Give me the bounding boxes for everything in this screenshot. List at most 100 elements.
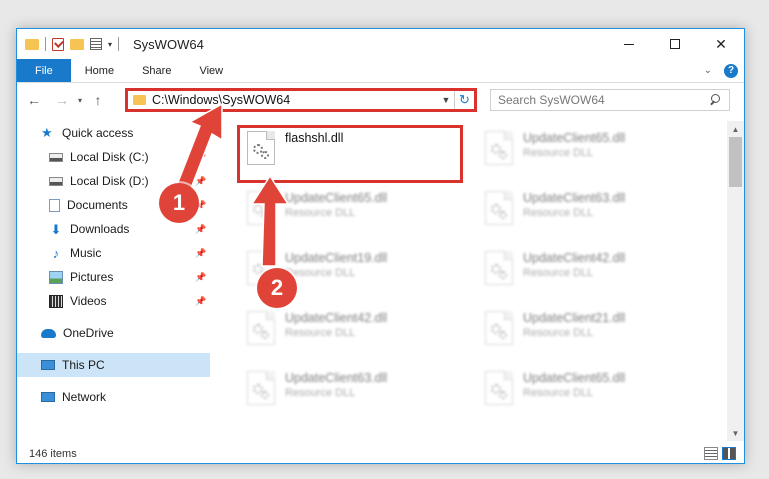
dll-file-icon bbox=[485, 191, 513, 225]
address-dropdown-chevron-icon[interactable]: ▼ bbox=[438, 95, 454, 105]
explorer-window: ▾ SysWOW64 ✕ File Home Share View ⌄ ? ← … bbox=[16, 28, 745, 464]
sidebar-item-quick-access[interactable]: ★ Quick access bbox=[17, 121, 210, 145]
search-input[interactable]: Search SysWOW64 bbox=[498, 93, 707, 107]
close-button[interactable]: ✕ bbox=[698, 29, 744, 59]
onedrive-icon bbox=[41, 328, 56, 338]
refresh-icon[interactable]: ↻ bbox=[454, 91, 474, 109]
file-name: UpdateClient65.dll bbox=[523, 131, 626, 145]
ribbon-tabs: File Home Share View ⌄ ? bbox=[17, 59, 744, 83]
address-path[interactable]: C:\Windows\SysWOW64 bbox=[152, 93, 438, 107]
forward-arrow-icon[interactable]: → bbox=[51, 92, 73, 108]
quick-access-toolbar: ▾ bbox=[17, 29, 120, 59]
file-item[interactable]: UpdateClient42.dll Resource DLL bbox=[475, 245, 695, 293]
separator bbox=[45, 37, 46, 51]
file-item[interactable]: UpdateClient42.dll Resource DLL bbox=[237, 305, 457, 353]
customize-toolbar-chevron-icon[interactable]: ▾ bbox=[108, 40, 112, 49]
scrollbar-thumb[interactable] bbox=[729, 137, 742, 187]
tab-home[interactable]: Home bbox=[71, 59, 128, 82]
file-name: UpdateClient65.dll bbox=[523, 371, 626, 385]
properties-check-icon[interactable] bbox=[52, 37, 64, 51]
folder-icon bbox=[25, 38, 39, 50]
pin-icon[interactable]: 📌 bbox=[195, 296, 206, 307]
dll-file-icon bbox=[247, 311, 275, 345]
item-count: 146 items bbox=[29, 448, 77, 460]
star-icon: ★ bbox=[41, 125, 53, 140]
up-arrow-icon[interactable]: ↑ bbox=[87, 92, 109, 108]
dll-file-icon bbox=[247, 191, 275, 225]
sidebar-item-label: Music bbox=[70, 246, 102, 260]
ribbon-right: ⌄ ? bbox=[704, 59, 744, 82]
file-name: UpdateClient65.dll bbox=[285, 191, 388, 205]
pin-icon[interactable]: 📌 bbox=[195, 272, 206, 283]
dll-file-icon bbox=[485, 371, 513, 405]
new-folder-icon[interactable] bbox=[70, 38, 84, 50]
pin-icon[interactable]: 📌 bbox=[195, 152, 206, 163]
sidebar-item-onedrive[interactable]: OneDrive bbox=[17, 321, 210, 345]
file-item[interactable]: UpdateClient63.dll Resource DLL bbox=[237, 365, 457, 413]
recent-locations-chevron-icon[interactable]: ▾ bbox=[73, 96, 87, 105]
dll-file-icon bbox=[485, 131, 513, 165]
file-type: Resource DLL bbox=[285, 207, 356, 219]
file-name: UpdateClient19.dll bbox=[285, 251, 388, 265]
pin-icon[interactable]: 📌 bbox=[195, 248, 206, 259]
search-box[interactable]: Search SysWOW64 bbox=[490, 89, 730, 111]
properties-icon[interactable] bbox=[90, 38, 102, 50]
scroll-up-arrow-icon[interactable]: ▲ bbox=[727, 121, 744, 137]
sidebar-item-this-pc[interactable]: This PC bbox=[17, 353, 210, 377]
sidebar-item-label: Downloads bbox=[70, 222, 130, 236]
sidebar-item-label: Pictures bbox=[70, 270, 114, 284]
sidebar-item-label: Documents bbox=[67, 198, 128, 212]
close-icon: ✕ bbox=[715, 35, 727, 52]
step-badge-1: 1 bbox=[159, 183, 199, 223]
tab-view[interactable]: View bbox=[185, 59, 237, 82]
maximize-icon bbox=[670, 39, 680, 49]
status-bar: 146 items bbox=[17, 443, 744, 465]
file-type: Resource DLL bbox=[285, 267, 356, 279]
network-icon bbox=[41, 392, 55, 402]
pin-icon[interactable]: 📌 bbox=[195, 176, 206, 187]
vertical-scrollbar[interactable]: ▲ ▼ bbox=[727, 121, 744, 441]
file-type: Resource DLL bbox=[285, 327, 356, 339]
file-item[interactable]: UpdateClient65.dll Resource DLL bbox=[475, 125, 695, 173]
file-name: UpdateClient63.dll bbox=[285, 371, 388, 385]
view-toggle bbox=[704, 447, 736, 460]
large-icons-view-icon[interactable] bbox=[722, 447, 736, 460]
details-view-icon[interactable] bbox=[704, 447, 718, 460]
sidebar-item-label: Quick access bbox=[62, 126, 134, 140]
file-item[interactable]: UpdateClient21.dll Resource DLL bbox=[475, 305, 695, 353]
file-name: UpdateClient63.dll bbox=[523, 191, 626, 205]
file-type: Resource DLL bbox=[285, 387, 356, 399]
file-type: Resource DLL bbox=[523, 327, 594, 339]
file-type: Resource DLL bbox=[523, 267, 594, 279]
sidebar-item-label: Local Disk (C:) bbox=[70, 150, 149, 164]
sidebar-item-music[interactable]: ♪ Music 📌 bbox=[17, 241, 210, 265]
file-item[interactable]: UpdateClient63.dll Resource DLL bbox=[475, 185, 695, 233]
file-name: UpdateClient21.dll bbox=[523, 311, 626, 325]
sidebar-item-network[interactable]: Network bbox=[17, 385, 210, 409]
help-icon[interactable]: ? bbox=[724, 63, 738, 78]
tab-file[interactable]: File bbox=[17, 59, 71, 82]
back-arrow-icon[interactable]: ← bbox=[23, 92, 45, 108]
dll-file-icon bbox=[485, 251, 513, 285]
window-controls: ✕ bbox=[606, 29, 744, 59]
sidebar-item-local-disk-c[interactable]: Local Disk (C:) 📌 bbox=[17, 145, 210, 169]
minimize-icon bbox=[624, 43, 634, 45]
file-item[interactable]: UpdateClient65.dll Resource DLL bbox=[237, 185, 457, 233]
music-icon: ♪ bbox=[52, 245, 60, 261]
pc-icon bbox=[41, 360, 55, 370]
minimize-button[interactable] bbox=[606, 29, 652, 59]
tab-share[interactable]: Share bbox=[128, 59, 185, 82]
expand-ribbon-chevron-icon[interactable]: ⌄ bbox=[704, 65, 712, 76]
videos-icon bbox=[49, 294, 63, 308]
pin-icon[interactable]: 📌 bbox=[195, 224, 206, 235]
scroll-down-arrow-icon[interactable]: ▼ bbox=[727, 425, 744, 441]
search-icon[interactable] bbox=[707, 92, 723, 108]
window-title: SysWOW64 bbox=[133, 36, 204, 52]
file-item[interactable]: UpdateClient65.dll Resource DLL bbox=[475, 365, 695, 413]
separator bbox=[118, 37, 120, 51]
maximize-button[interactable] bbox=[652, 29, 698, 59]
sidebar-item-label: Videos bbox=[70, 294, 107, 308]
sidebar-item-videos[interactable]: Videos 📌 bbox=[17, 289, 210, 313]
sidebar-item-pictures[interactable]: Pictures 📌 bbox=[17, 265, 210, 289]
address-bar[interactable]: C:\Windows\SysWOW64 ▼ ↻ bbox=[125, 88, 477, 112]
